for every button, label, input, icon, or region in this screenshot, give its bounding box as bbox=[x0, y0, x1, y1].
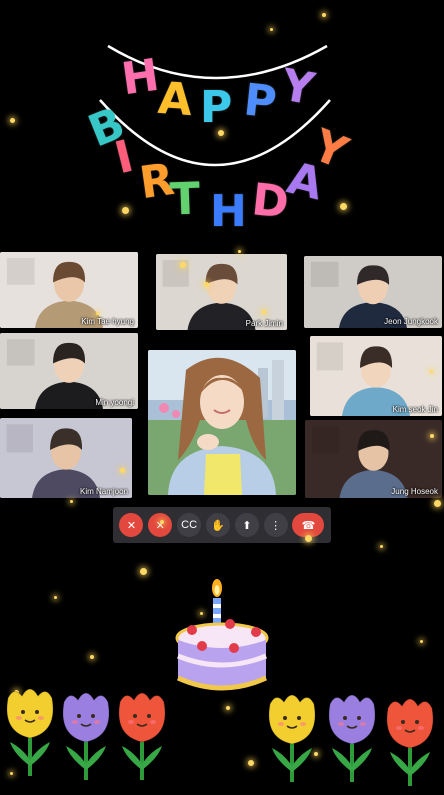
confetti-dot bbox=[430, 370, 433, 373]
confetti-dot bbox=[54, 596, 57, 599]
red-tulip-icon bbox=[112, 684, 172, 784]
confetti-dot bbox=[420, 640, 423, 643]
participant-tile-7[interactable]: Jung Hoseok bbox=[305, 420, 442, 498]
mic-off-button[interactable]: ✕ bbox=[119, 513, 144, 537]
confetti-dot bbox=[120, 468, 125, 473]
featured-participant-video bbox=[148, 350, 296, 495]
call-controls-bar: ✕ ✕ CC ✋ ⬆ ⋮ ☎ bbox=[113, 507, 331, 543]
confetti-dot bbox=[248, 760, 254, 766]
raise-hand-icon: ✋ bbox=[211, 519, 225, 532]
confetti-dot bbox=[226, 706, 230, 710]
participant-name: Kim seok Jin bbox=[392, 405, 438, 414]
confetti-dot bbox=[322, 13, 326, 17]
participant-name: Kim Namjoon bbox=[79, 487, 128, 496]
confetti-dot bbox=[204, 282, 209, 287]
participant-video bbox=[0, 418, 132, 498]
confetti-dot bbox=[160, 520, 164, 524]
confetti-dot bbox=[122, 207, 129, 214]
raise-hand-button[interactable]: ✋ bbox=[205, 513, 230, 537]
confetti-dot bbox=[70, 500, 73, 503]
confetti-dot bbox=[96, 312, 99, 315]
banner-letter: T bbox=[169, 173, 201, 226]
participant-name: Min yoongi bbox=[95, 398, 134, 407]
confetti-dot bbox=[434, 500, 441, 507]
banner-letter: H bbox=[118, 49, 163, 106]
confetti-dot bbox=[380, 545, 383, 548]
confetti-dot bbox=[180, 262, 186, 268]
participant-name: Jung Hoseok bbox=[391, 487, 438, 496]
participant-tile-4[interactable]: Min yoongi bbox=[0, 333, 138, 409]
participant-name: Park Jimin bbox=[245, 319, 283, 328]
confetti-dot bbox=[270, 28, 273, 31]
more-options-button[interactable]: ⋮ bbox=[263, 513, 288, 537]
participant-name: Jeon Jungkook bbox=[384, 317, 438, 326]
mic-off-icon: ✕ bbox=[126, 519, 137, 532]
participant-tile-3[interactable]: Jeon Jungkook bbox=[304, 256, 442, 328]
end-call-icon: ☎ bbox=[301, 519, 316, 532]
end-call-button[interactable]: ☎ bbox=[292, 513, 325, 537]
participant-name: Kim Tae hyung bbox=[81, 317, 134, 326]
captions-icon: CC bbox=[181, 519, 198, 531]
purple-tulip-icon bbox=[56, 684, 116, 784]
present-screen-button[interactable]: ⬆ bbox=[234, 513, 259, 537]
confetti-dot bbox=[218, 130, 224, 136]
yellow-tulip-icon bbox=[0, 680, 60, 780]
participant-video bbox=[310, 336, 442, 416]
banner-letter: H bbox=[210, 186, 247, 237]
purple-tulip-icon bbox=[322, 686, 382, 786]
birthday-cake-icon bbox=[172, 578, 272, 698]
featured-participant-tile[interactable] bbox=[148, 350, 296, 495]
participant-tile-1[interactable]: Kim Tae hyung bbox=[0, 252, 138, 328]
confetti-dot bbox=[340, 203, 347, 210]
participant-tile-6[interactable]: Kim Namjoon bbox=[0, 418, 132, 498]
confetti-dot bbox=[140, 568, 147, 575]
banner-letter: P bbox=[200, 82, 233, 133]
confetti-dot bbox=[10, 118, 15, 123]
participant-tile-5[interactable]: Kim seok Jin bbox=[310, 336, 442, 416]
participant-tile-2[interactable]: Park Jimin bbox=[156, 254, 287, 330]
banner-letter: P bbox=[241, 74, 279, 129]
banner-letter: A bbox=[156, 72, 194, 127]
camera-off-button[interactable]: ✕ bbox=[148, 513, 173, 537]
happy-birthday-banner: HAPPYBIRTHDAY bbox=[0, 0, 444, 240]
confetti-dot bbox=[430, 434, 434, 438]
confetti-dot bbox=[262, 310, 266, 314]
present-screen-icon: ⬆ bbox=[242, 519, 252, 532]
confetti-dot bbox=[238, 250, 241, 253]
yellow-tulip-icon bbox=[262, 686, 322, 786]
confetti-dot bbox=[90, 655, 94, 659]
confetti-dot bbox=[305, 535, 312, 542]
more-options-icon: ⋮ bbox=[270, 519, 282, 532]
captions-button[interactable]: CC bbox=[177, 513, 202, 537]
red-tulip-icon bbox=[380, 690, 440, 790]
